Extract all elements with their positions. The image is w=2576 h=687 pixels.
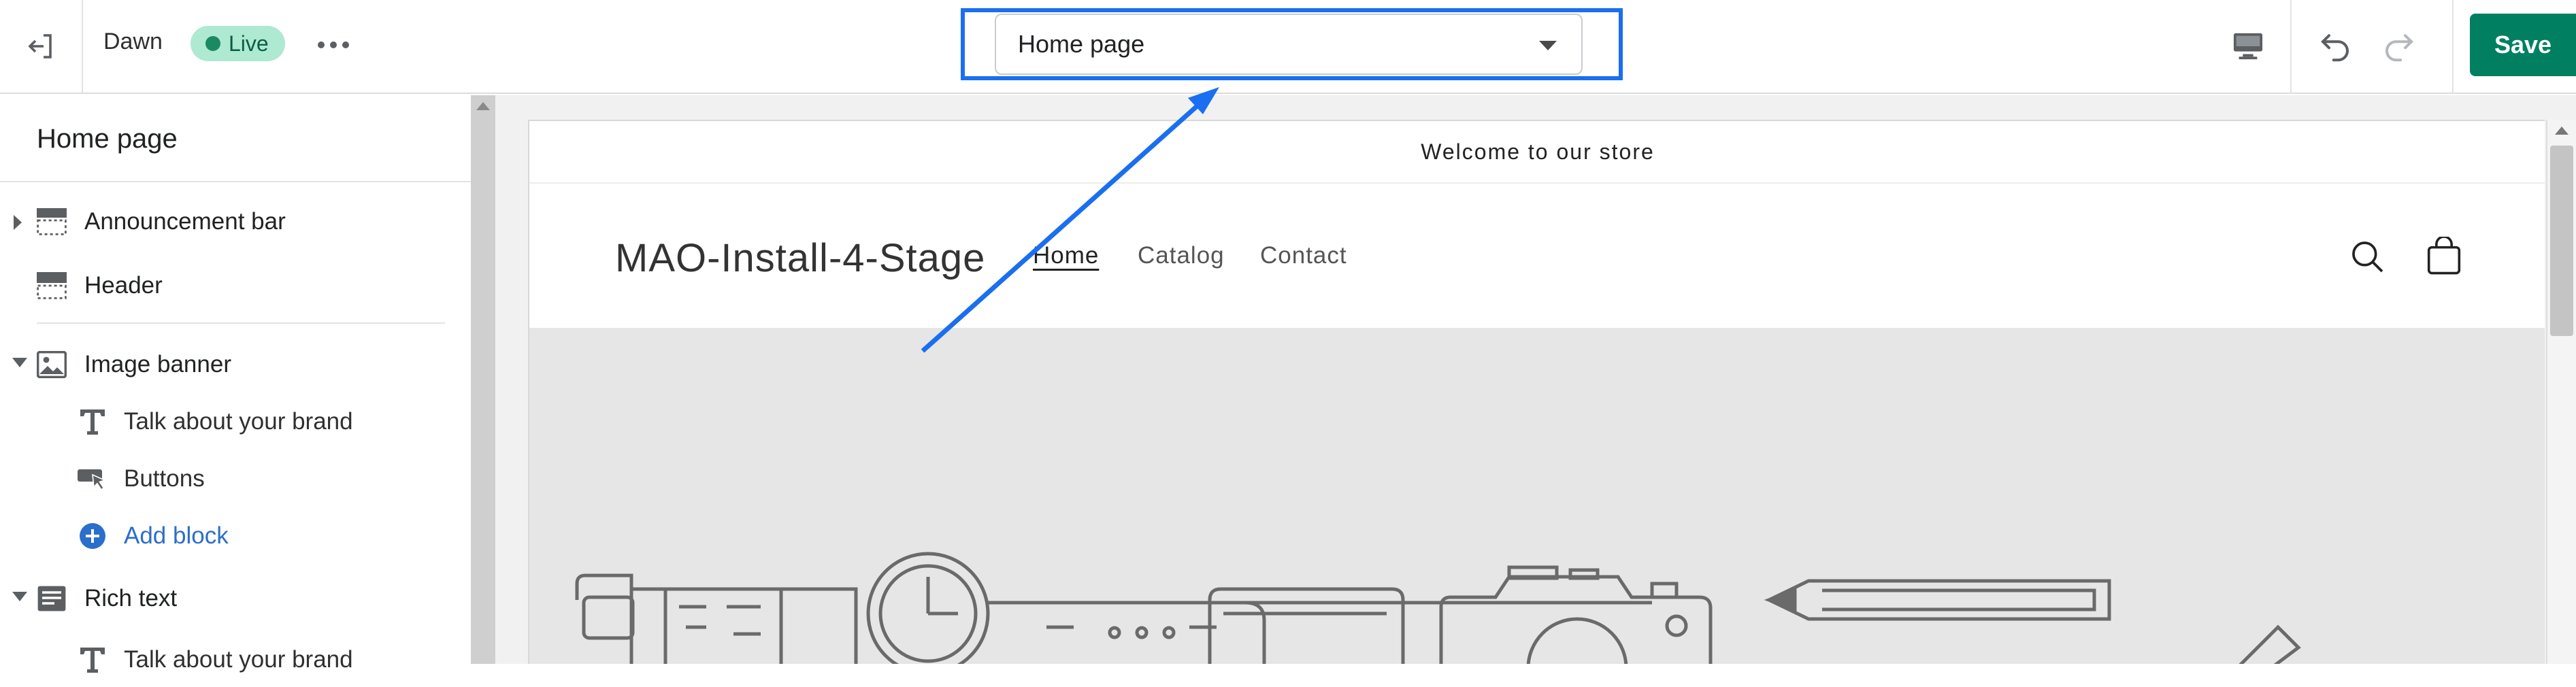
store-preview-frame: Welcome to our store MAO-Install-4-Stage… (528, 120, 2545, 664)
sidebar-item-header[interactable]: Header (0, 258, 449, 313)
more-actions-button[interactable] (312, 26, 355, 64)
exit-icon (28, 34, 52, 58)
chevron-down-icon (1539, 41, 1557, 50)
exit-editor-button[interactable] (0, 0, 83, 93)
block-item-label: Talk about your brand (124, 408, 353, 435)
image-icon (37, 351, 67, 378)
redo-icon (2385, 34, 2413, 62)
live-badge-label: Live (229, 31, 269, 56)
live-dot-icon (205, 36, 220, 51)
undo-icon (2321, 34, 2349, 62)
scroll-up-icon[interactable] (476, 102, 490, 110)
sidebar-scrollbar[interactable] (471, 95, 495, 664)
sidebar-item-label: Rich text (84, 585, 178, 611)
more-icon-dot (342, 41, 349, 48)
desktop-icon (2233, 33, 2263, 60)
add-block-label: Add block (124, 522, 229, 549)
section-icon (37, 272, 67, 299)
save-button[interactable]: Save (2470, 14, 2576, 76)
more-icon (318, 41, 325, 48)
rich-text-icon (37, 586, 66, 611)
nav-catalog[interactable]: Catalog (1138, 242, 1225, 269)
section-icon (37, 208, 67, 235)
sidebar-item-image-banner[interactable]: Image banner (0, 337, 449, 392)
sidebar-item-rich-text[interactable]: Rich text (0, 571, 449, 626)
page-selector-value: Home page (1018, 30, 1145, 58)
sections-sidebar: Home page Announcement bar Header Image … (0, 95, 471, 673)
sidebar-title: Home page (37, 124, 178, 154)
toolbar-divider (2290, 0, 2292, 93)
block-item-label: Buttons (124, 465, 205, 492)
preview-scrollbar-thumb[interactable] (2550, 146, 2573, 336)
sidebar-divider (37, 322, 445, 324)
block-item-text[interactable]: Talk about your brand (0, 395, 449, 449)
redo-button[interactable] (2373, 20, 2425, 72)
undo-button[interactable] (2309, 20, 2361, 72)
scroll-up-icon[interactable] (2555, 127, 2569, 135)
theme-name: Dawn (103, 29, 163, 54)
banner-illustration (575, 552, 2301, 664)
cart-icon[interactable] (2425, 237, 2463, 276)
toolbar-divider (2452, 0, 2454, 93)
sidebar-item-label: Image banner (84, 351, 231, 378)
page-selector[interactable]: Home page (995, 14, 1583, 75)
search-icon[interactable] (2349, 238, 2387, 276)
announcement-bar: Welcome to our store (529, 121, 2545, 184)
button-icon (78, 469, 107, 490)
nav-contact[interactable]: Contact (1260, 242, 1347, 269)
add-block-button[interactable]: Add block (0, 509, 449, 563)
more-icon-dot (330, 41, 337, 48)
chevron-right-icon (14, 215, 22, 230)
block-item-text[interactable]: Talk about your brand (0, 633, 449, 687)
block-item-label: Talk about your brand (124, 646, 353, 673)
chevron-down-icon (12, 358, 27, 367)
preview-device-button[interactable] (2222, 20, 2274, 72)
store-logo[interactable]: MAO-Install-4-Stage (615, 235, 985, 281)
editor-topbar: Dawn Live Home page Save (0, 0, 2576, 94)
block-item-buttons[interactable]: Buttons (0, 452, 449, 506)
nav-home[interactable]: Home (1033, 242, 1099, 269)
text-icon (80, 409, 105, 435)
live-status-badge: Live (191, 26, 285, 61)
sidebar-item-announcement-bar[interactable]: Announcement bar (0, 195, 449, 249)
sidebar-item-label: Announcement bar (84, 208, 286, 235)
sidebar-divider (0, 181, 471, 182)
text-icon (80, 648, 105, 673)
sidebar-item-label: Header (84, 272, 163, 299)
image-banner[interactable] (529, 328, 2545, 664)
chevron-down-icon (12, 592, 27, 601)
add-circle-icon (80, 523, 105, 549)
